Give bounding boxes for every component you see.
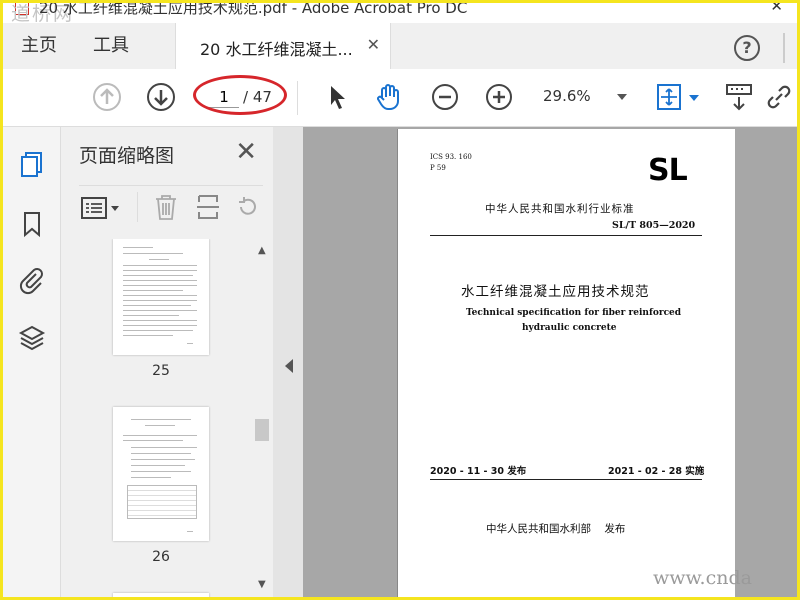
highlight-ellipse [193, 75, 287, 115]
page-thumbnails-icon[interactable] [17, 149, 47, 179]
document-title-cn: 水工纤维混凝土应用技术规范 [461, 284, 650, 300]
options-dropdown-icon[interactable] [111, 206, 119, 211]
chevron-down-icon [617, 94, 627, 100]
watermark-url: www.cnda [653, 567, 752, 589]
scroll-mode-icon[interactable] [723, 81, 755, 113]
bottom-rule [430, 479, 702, 480]
zoom-in-icon[interactable] [483, 81, 515, 113]
panel-tool-divider [137, 192, 138, 222]
help-icon[interactable]: ? [734, 35, 760, 61]
tab-bar: 主页 工具 20 水工纤维混凝土... ✕ ? [3, 23, 797, 69]
fit-page-icon[interactable] [653, 81, 685, 113]
previous-page-icon[interactable] [91, 81, 123, 113]
zoom-level-select[interactable]: 29.6% [543, 87, 635, 111]
thumbnail-page-25[interactable] [113, 239, 209, 355]
tab-close-icon[interactable]: ✕ [367, 35, 380, 54]
collapse-panel-icon[interactable] [285, 359, 293, 373]
bookmark-icon[interactable] [17, 209, 47, 239]
document-title-en-1: Technical specification for fiber reinfo… [466, 308, 682, 318]
title-bar: 道桥网 20 水工纤维混凝土应用技术规范.pdf - Adobe Acrobat… [3, 0, 797, 25]
options-menu-icon[interactable] [81, 196, 107, 220]
next-page-icon[interactable] [145, 81, 177, 113]
rotate-icon[interactable] [235, 194, 261, 220]
panel-toolbar [79, 185, 263, 225]
thumbnail-label: 25 [152, 363, 170, 379]
document-view[interactable]: ICS 93. 160 P 59 SL 中华人民共和国水利行业标准 SL/T 8… [303, 127, 797, 597]
tab-document-label: 20 水工纤维混凝土... [200, 40, 353, 59]
panel-close-icon[interactable]: ✕ [235, 137, 257, 167]
window-title: 20 水工纤维混凝土应用技术规范.pdf - Adobe Acrobat Pro… [39, 0, 468, 17]
zoom-out-icon[interactable] [429, 81, 461, 113]
toolbar-divider [297, 81, 298, 115]
standard-code: SL/T 805—2020 [612, 220, 696, 231]
zoom-level-value: 29.6% [543, 87, 591, 105]
scroll-down-icon[interactable]: ▼ [258, 579, 266, 590]
thumbnail-page-27[interactable] [113, 593, 209, 597]
top-rule [430, 235, 702, 236]
window-close-icon[interactable]: ✕ [770, 3, 783, 15]
app-window: 道桥网 20 水工纤维混凝土应用技术规范.pdf - Adobe Acrobat… [0, 0, 800, 600]
attachment-icon[interactable] [17, 265, 47, 295]
thumbnail-page-26[interactable] [113, 407, 209, 541]
extract-pages-icon[interactable] [195, 192, 221, 222]
main-toolbar: / 47 29.6% [3, 69, 797, 127]
thumbnail-panel: 页面缩略图 ✕ 25 26 ▲ ▼ [61, 127, 273, 597]
industry-standard: 中华人民共和国水利行业标准 [485, 203, 635, 215]
hand-tool-icon[interactable] [373, 81, 405, 113]
document-title-en-2: hydraulic concrete [522, 323, 617, 333]
tab-tools[interactable]: 工具 [93, 31, 129, 57]
tab-home[interactable]: 主页 [21, 31, 57, 57]
select-cursor-icon[interactable] [321, 81, 353, 113]
share-link-icon[interactable] [763, 81, 795, 113]
tab-document[interactable]: 20 水工纤维混凝土... ✕ [175, 23, 391, 69]
delete-icon[interactable] [153, 192, 179, 222]
left-nav-rail [3, 127, 61, 597]
sl-logo: SL [648, 153, 688, 188]
layers-icon[interactable] [17, 323, 47, 353]
thumbnail-list: 25 26 [61, 239, 257, 597]
fit-page-dropdown-icon[interactable] [689, 95, 699, 101]
tabbar-divider [783, 33, 785, 63]
publisher: 中华人民共和国水利部 发布 [486, 523, 626, 535]
scroll-up-icon[interactable]: ▲ [258, 245, 266, 256]
panel-splitter[interactable] [273, 127, 303, 597]
effective-date: 2021 - 02 - 28 实施 [608, 466, 705, 477]
pdf-page: ICS 93. 160 P 59 SL 中华人民共和国水利行业标准 SL/T 8… [397, 129, 735, 597]
issue-date: 2020 - 11 - 30 发布 [430, 466, 527, 477]
thumbnail-scrollbar[interactable]: ▲ ▼ [253, 239, 271, 597]
panel-title: 页面缩略图 [79, 145, 175, 167]
scrollbar-thumb[interactable] [255, 419, 269, 441]
p-code: P 59 [430, 164, 446, 172]
thumbnail-label: 26 [152, 549, 170, 565]
ics-code: ICS 93. 160 [430, 153, 472, 161]
